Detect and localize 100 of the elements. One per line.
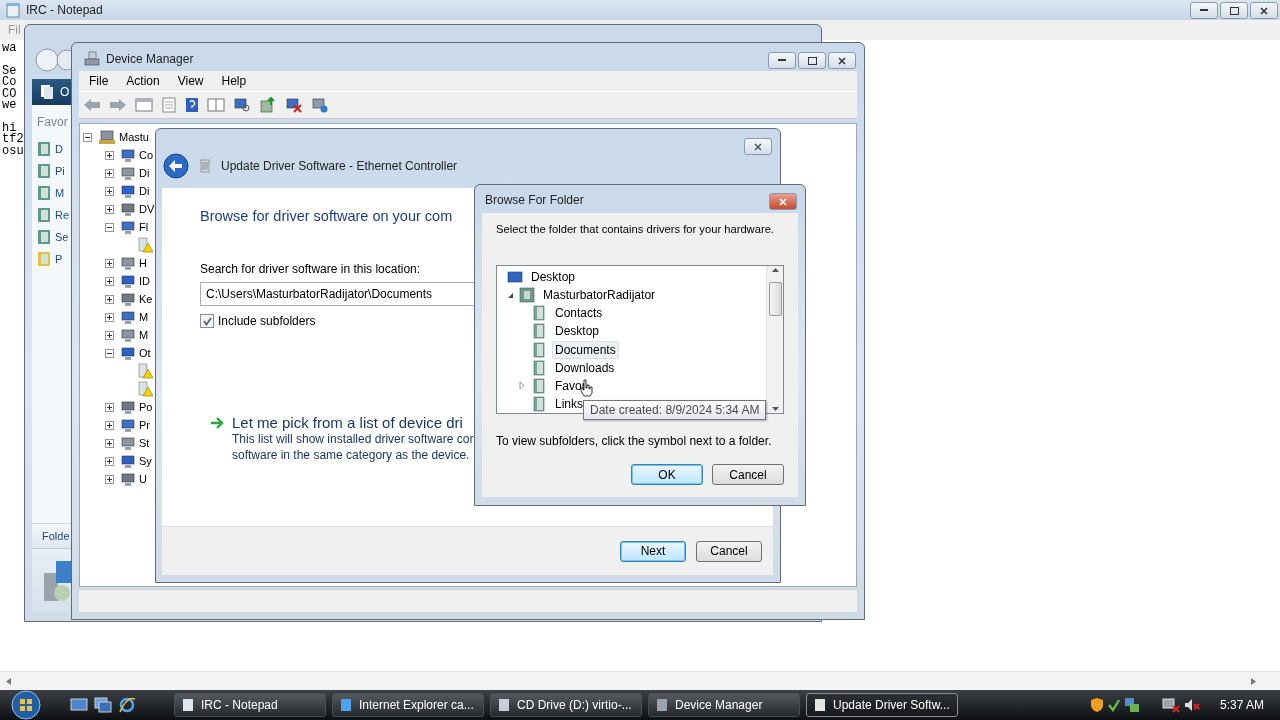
device-icon — [120, 147, 136, 163]
description-text: This list will show installed driver software cor — [232, 431, 474, 447]
checkbox[interactable] — [200, 314, 214, 328]
back-button-icon — [34, 47, 74, 73]
dialog-button[interactable]: Next — [620, 540, 686, 562]
device-icon — [120, 201, 136, 217]
text-line: hi — [2, 122, 17, 134]
taskbar-button[interactable]: Internet Explorer ca... — [332, 693, 484, 717]
location-label: Search for driver software in this location: — [200, 262, 422, 276]
tree-item[interactable]: Mastu — [119, 131, 149, 143]
update-driver-icon — [259, 97, 277, 113]
back-icon — [83, 98, 101, 112]
scrollbar-thumb[interactable] — [768, 282, 782, 316]
folder-item[interactable]: Desktop — [552, 322, 603, 341]
taskbar-button[interactable]: IRC - Notepad — [174, 693, 326, 717]
pick-driver-link[interactable]: Let me pick from a list of device dri — [232, 414, 474, 431]
menu-item[interactable]: Action — [126, 74, 160, 88]
tree-item[interactable]: Di — [139, 167, 150, 179]
back-button-icon[interactable] — [163, 153, 189, 179]
close-button[interactable] — [744, 138, 772, 155]
device-icon — [120, 291, 136, 307]
arrow-icon — [210, 416, 224, 430]
tooltip: Date created: 8/9/2024 5:34 AM — [583, 400, 767, 420]
expand-toggle[interactable] — [105, 276, 114, 286]
tree-item[interactable]: Co — [139, 149, 154, 161]
minimize-icon — [778, 59, 786, 62]
device-icon — [120, 327, 136, 343]
browser-icon[interactable] — [118, 696, 136, 714]
minimize-button[interactable] — [1190, 2, 1218, 19]
expand-toggle[interactable] — [105, 438, 114, 448]
favorite-link[interactable]: Se — [55, 231, 69, 243]
tree-item[interactable]: Ke — [139, 293, 153, 305]
organize-button[interactable]: O — [32, 79, 72, 105]
maximize-button[interactable] — [798, 52, 826, 69]
expand-toggle[interactable] — [105, 186, 114, 196]
expand-toggle[interactable] — [105, 204, 114, 214]
folder-item[interactable]: Links — [552, 394, 586, 413]
close-icon — [754, 142, 762, 151]
folder-item[interactable]: MasturbatorRadijator — [540, 286, 659, 305]
collapse-toggle[interactable] — [105, 222, 114, 232]
tree-item[interactable]: ID — [139, 275, 150, 287]
favorite-link[interactable]: M — [55, 187, 65, 199]
scroll-up-icon — [771, 266, 779, 274]
horizontal-scrollbar[interactable] — [0, 671, 1280, 690]
folders-toggle[interactable]: Folde — [42, 530, 70, 542]
taskbar-button[interactable]: Update Driver Softw... — [806, 693, 958, 717]
favorite-link[interactable]: Re — [55, 209, 70, 221]
clock[interactable]: 5:37 AM — [1219, 698, 1264, 712]
folder-item[interactable]: Desktop — [528, 268, 579, 287]
taskbar-button[interactable]: CD Drive (D:) virtio-... — [490, 693, 642, 717]
tree-item[interactable]: Pr — [139, 419, 150, 431]
tree-item[interactable]: Sy — [139, 455, 152, 467]
expand-toggle[interactable] — [105, 168, 114, 178]
expand-toggle[interactable] — [105, 456, 114, 466]
expand-toggle[interactable] — [105, 258, 114, 268]
taskbar-button[interactable]: Device Manager — [648, 693, 800, 717]
maximize-button[interactable] — [1220, 2, 1248, 19]
hint-text: To view subfolders, click the symbol next to a folder. — [496, 434, 773, 448]
folder-item[interactable]: Contacts — [552, 304, 606, 323]
expand-toggle[interactable] — [105, 474, 114, 484]
close-button[interactable] — [828, 52, 856, 69]
tree-item[interactable]: M — [139, 311, 149, 323]
favorite-link[interactable]: D — [55, 143, 63, 155]
tree-item[interactable]: M — [139, 329, 149, 341]
tree-item[interactable]: U — [139, 473, 147, 485]
expand-toggle[interactable] — [105, 150, 114, 160]
collapse-toggle[interactable] — [105, 348, 114, 358]
folder-icon — [531, 359, 547, 376]
folder-item[interactable]: Downloads — [552, 358, 618, 377]
favorite-link[interactable]: P — [55, 253, 63, 265]
folder-icon — [531, 305, 547, 322]
expand-toggle[interactable] — [105, 420, 114, 430]
close-button[interactable] — [1250, 2, 1278, 19]
expand-toggle[interactable] — [105, 312, 114, 322]
folder-icon — [531, 341, 547, 358]
expand-toggle[interactable] — [105, 294, 114, 304]
dialog-button[interactable]: Cancel — [712, 464, 784, 485]
tree-item[interactable]: Ot — [139, 347, 151, 359]
expand-toggle[interactable] — [105, 402, 114, 412]
dialog-button[interactable]: OK — [631, 464, 703, 485]
tree-item[interactable]: H — [139, 257, 147, 269]
tree-item[interactable]: Di — [139, 185, 150, 197]
expand-toggle[interactable] — [105, 330, 114, 340]
favorite-link[interactable]: Pi — [55, 165, 65, 177]
tree-item[interactable]: Fl — [139, 221, 149, 233]
tree-item[interactable]: Po — [139, 401, 153, 413]
menu-item[interactable]: File — [89, 74, 109, 88]
menu-item[interactable]: View — [177, 74, 204, 88]
minimize-button[interactable] — [768, 52, 796, 69]
switch-windows-icon[interactable] — [94, 697, 112, 713]
show-desktop-icon[interactable] — [70, 697, 88, 713]
tree-item[interactable]: St — [139, 437, 150, 449]
vertical-scrollbar[interactable] — [766, 266, 783, 413]
folder-item[interactable]: Documents — [552, 340, 619, 359]
computer-icon — [98, 129, 116, 145]
scroll-down-icon — [771, 405, 779, 413]
menu-item[interactable]: Help — [221, 74, 247, 88]
tree-item[interactable]: DV — [139, 203, 155, 215]
collapse-toggle[interactable] — [83, 132, 92, 142]
dialog-button[interactable]: Cancel — [696, 540, 762, 562]
